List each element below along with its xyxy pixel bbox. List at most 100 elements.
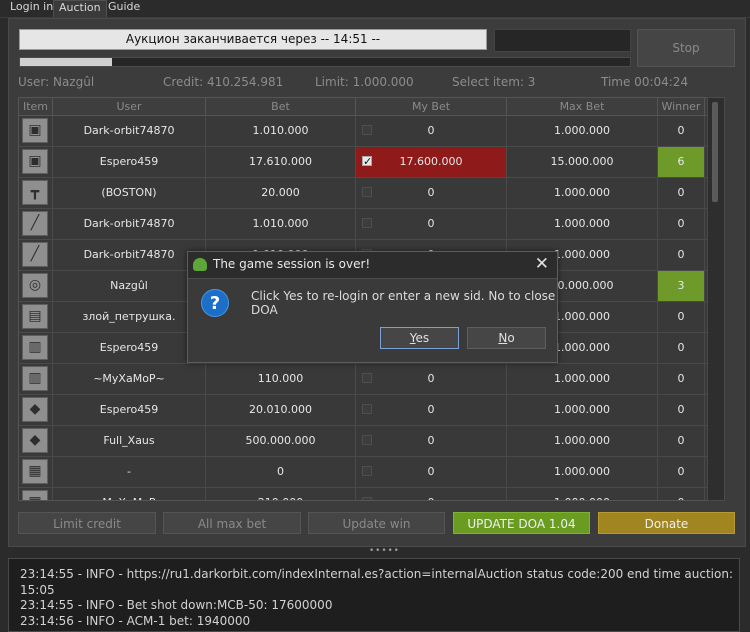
all-max-bet-button[interactable]: All max bet xyxy=(163,512,301,534)
table-scrollbar[interactable] xyxy=(707,97,725,501)
canister-icon: ▥ xyxy=(22,366,48,391)
donate-button[interactable]: Donate xyxy=(598,512,735,534)
table-row[interactable]: ◆ Full_Xaus 500.000.000 0 1.000.000 0 xyxy=(19,426,707,457)
my-bet-cell[interactable]: 17.600.000 xyxy=(356,147,507,177)
log-panel: 23:14:55 - INFO - https://ru1.darkorbit.… xyxy=(8,558,740,632)
bet-checkbox[interactable] xyxy=(362,147,372,177)
diamond-icon: ◆ xyxy=(22,397,48,422)
user-cell: Dark-orbit74870 xyxy=(53,240,206,270)
log-line: 23:14:56 - INFO - ACM-1 bet: 1940000 xyxy=(20,613,251,628)
turret-icon: ┳ xyxy=(22,180,48,205)
user-cell: Espero459 xyxy=(53,395,206,425)
max-bet-cell[interactable]: 1.000.000 xyxy=(507,426,658,456)
table-row[interactable]: ╱Dark-orbit748701.010.00001.000.0000 xyxy=(19,209,707,240)
winner-cell: 0 xyxy=(658,426,705,456)
scrollbar-thumb[interactable] xyxy=(712,102,718,202)
table-row[interactable]: ◆ Espero459 20.010.000 0 1.000.000 0 xyxy=(19,395,707,426)
credit-stat: Credit: 410.254.981 xyxy=(163,75,284,89)
dialog-title: The game session is over! xyxy=(213,257,371,271)
bet-checkbox[interactable] xyxy=(362,218,372,228)
my-bet-value: 0 xyxy=(428,496,435,500)
table-row[interactable]: ▣ Dark-orbit74870 1.010.000 0 1.000.000 0 xyxy=(19,116,707,147)
my-bet-cell[interactable]: 0 xyxy=(356,209,507,239)
dialog-titlebar[interactable]: The game session is over! ✕ xyxy=(188,252,557,279)
bet-cell: 110.000 xyxy=(206,364,356,394)
item-cell: ╱ xyxy=(19,209,53,239)
my-bet-value: 0 xyxy=(427,124,435,137)
max-bet-cell[interactable]: 1.000.000 xyxy=(507,209,658,239)
bet-checkbox[interactable] xyxy=(362,466,372,476)
table-row[interactable]: ▦~MyXaMoP~210.00001.000.0000 xyxy=(19,488,707,500)
item-cell: ┳ xyxy=(19,178,53,208)
winner-cell: 0 xyxy=(658,240,705,270)
table-row[interactable]: ▣Espero45917.610.000 17.600.000 15.000.000… xyxy=(19,147,707,178)
max-bet-cell[interactable]: 1.000.000 xyxy=(507,395,658,425)
tab-login[interactable]: Login in xyxy=(5,0,58,16)
my-bet-value: 0 xyxy=(427,434,435,447)
column-header-winner[interactable]: Winner xyxy=(658,98,705,115)
my-bet-value: 0 xyxy=(427,465,435,478)
stop-button[interactable]: Stop xyxy=(637,29,735,67)
column-header-item[interactable]: Item xyxy=(19,98,53,115)
my-bet-cell[interactable]: 0 xyxy=(356,364,507,394)
bet-cell: 20.010.000 xyxy=(206,395,356,425)
bet-checkbox[interactable] xyxy=(362,373,372,383)
session-over-dialog: The game session is over! ✕ ? Click Yes … xyxy=(187,251,558,363)
chip-icon: ▦ xyxy=(22,490,48,500)
tab-guide[interactable]: Guide xyxy=(103,0,145,16)
column-header-max-bet[interactable]: Max Bet xyxy=(507,98,658,115)
my-bet-cell[interactable]: 0 xyxy=(356,178,507,208)
bet-checkbox[interactable] xyxy=(362,187,372,197)
item-cell: ▥ xyxy=(19,333,53,363)
max-bet-cell[interactable]: 1.000.000 xyxy=(507,116,658,146)
auction-progress-fill xyxy=(20,58,112,66)
splitter-handle[interactable]: • • • • • xyxy=(369,546,399,556)
max-bet-cell[interactable]: 1.000.000 xyxy=(507,178,658,208)
auction-progress-bar xyxy=(19,57,631,67)
update-doa-button[interactable]: UPDATE DOA 1.04 xyxy=(453,512,590,534)
tab-auction[interactable]: Auction xyxy=(53,0,107,17)
my-bet-value: 17.600.000 xyxy=(399,155,463,168)
crate-icon: ▣ xyxy=(22,149,48,174)
winner-cell: 0 xyxy=(658,395,705,425)
close-icon[interactable]: ✕ xyxy=(535,254,549,274)
no-button[interactable]: No xyxy=(467,327,546,349)
winner-cell: 0 xyxy=(658,488,705,500)
user-cell: Full_Xaus xyxy=(53,426,206,456)
bet-checkbox[interactable] xyxy=(362,404,372,414)
limit-credit-button[interactable]: Limit credit xyxy=(18,512,156,534)
max-bet-cell[interactable]: 1.000.000 xyxy=(507,364,658,394)
max-bet-cell[interactable]: 1.000.000 xyxy=(507,488,658,500)
yes-button[interactable]: Yes xyxy=(380,327,459,349)
my-bet-cell[interactable]: 0 xyxy=(356,116,507,146)
user-cell: ~MyXaMoP~ xyxy=(53,364,206,394)
laser-icon: ╱ xyxy=(22,242,48,267)
limit-stat: Limit: 1.000.000 xyxy=(315,75,414,89)
my-bet-cell[interactable]: 0 xyxy=(356,457,507,487)
app-frog-icon xyxy=(193,258,207,271)
item-cell: ◆ xyxy=(19,395,53,425)
column-header-user[interactable]: User xyxy=(53,98,206,115)
user-cell: ~MyXaMoP~ xyxy=(53,488,206,500)
winner-cell: 0 xyxy=(658,457,705,487)
my-bet-cell[interactable]: 0 xyxy=(356,426,507,456)
table-row[interactable]: ▥ ~MyXaMoP~ 110.000 0 1.000.000 0 xyxy=(19,364,707,395)
column-header-my-bet[interactable]: My Bet xyxy=(356,98,507,115)
max-bet-cell[interactable]: 1.000.000 xyxy=(507,457,658,487)
winner-cell: 0 xyxy=(658,302,705,332)
user-cell: - xyxy=(53,457,206,487)
table-row[interactable]: ▦ -0 0 1.000.000 0 xyxy=(19,457,707,488)
item-cell: ▣ xyxy=(19,147,53,177)
user-cell: Dark-orbit74870 xyxy=(53,209,206,239)
table-row[interactable]: ┳ (BOSTON) 20.000 0 1.000.000 0 xyxy=(19,178,707,209)
bet-cell: 0 xyxy=(206,457,356,487)
my-bet-cell[interactable]: 0 xyxy=(356,395,507,425)
bet-checkbox[interactable] xyxy=(362,497,372,500)
module-icon: ▤ xyxy=(22,304,48,329)
bet-checkbox[interactable] xyxy=(362,125,372,135)
max-bet-cell[interactable]: 15.000.000 xyxy=(507,147,658,177)
bet-checkbox[interactable] xyxy=(362,435,372,445)
column-header-bet[interactable]: Bet xyxy=(206,98,356,115)
my-bet-cell[interactable]: 0 xyxy=(356,488,507,500)
update-win-button[interactable]: Update win xyxy=(308,512,445,534)
